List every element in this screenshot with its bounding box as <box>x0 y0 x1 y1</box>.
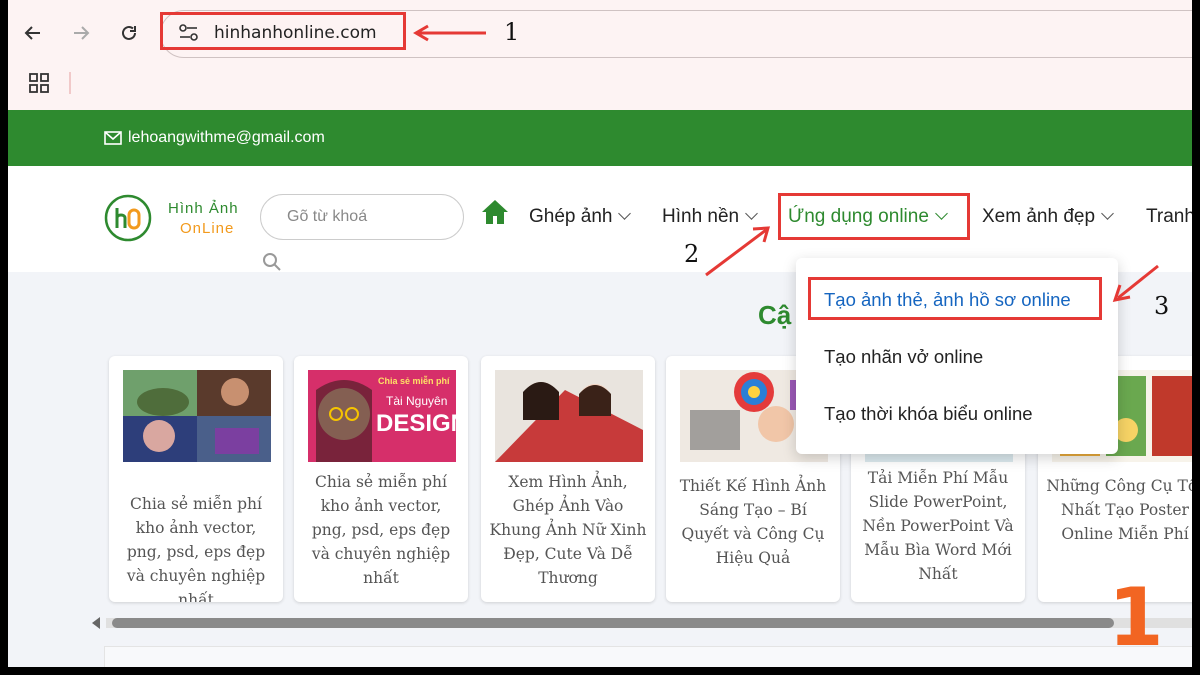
email-text: lehoangwithme@gmail.com <box>128 129 325 146</box>
card-thumbnail <box>123 370 271 462</box>
arrow-right-icon <box>74 26 90 40</box>
article-card[interactable]: Chia sẻ miễn phí Tài Nguyên DESIGN Chia … <box>294 356 468 602</box>
nav-label: Tranh <box>1146 206 1192 227</box>
brand-name: Hình Ảnh <box>168 200 239 217</box>
toolbar-divider <box>69 72 71 94</box>
search-icon[interactable] <box>262 252 282 272</box>
back-button[interactable] <box>20 20 46 46</box>
reload-button[interactable] <box>116 20 142 46</box>
card-title: Những Công Cụ Tốt Nhất Tạo Poster Online… <box>1046 477 1192 543</box>
chevron-down-icon <box>1101 207 1114 220</box>
search-input[interactable] <box>260 194 464 240</box>
card-title: Thiết Kế Hình Ảnh Sáng Tạo – Bí Quyết và… <box>679 477 827 567</box>
section-heading: Cậ <box>758 300 792 330</box>
highlight-box-url <box>160 12 406 50</box>
step-badge-large: 1 <box>1108 571 1164 664</box>
card-thumbnail <box>495 370 643 462</box>
site-header: Hình Ảnh OnLine Ghép ảnh Hình nền Ứng dụ… <box>8 166 1192 272</box>
site-logo[interactable] <box>104 194 152 242</box>
bottom-panel <box>104 646 1192 667</box>
card-title: Chia sẻ miễn phí kho ảnh vector, png, ps… <box>311 473 451 587</box>
forward-button[interactable] <box>68 20 94 46</box>
nav-tranh[interactable]: Tranh <box>1146 206 1192 228</box>
horizontal-scrollbar[interactable] <box>88 612 1192 632</box>
mail-icon <box>104 131 122 145</box>
article-card[interactable]: Chia sẻ miễn phí kho ảnh vector, png, ps… <box>109 356 283 602</box>
step-number-3: 3 <box>1154 292 1170 320</box>
contact-email[interactable]: lehoangwithme@gmail.com <box>104 129 325 147</box>
home-icon[interactable] <box>480 198 510 226</box>
card-title: Xem Hình Ảnh, Ghép Ảnh Vào Khung Ảnh Nữ … <box>489 473 647 587</box>
scrollbar-thumb[interactable] <box>112 618 1114 628</box>
step-number-2: 2 <box>684 240 700 268</box>
highlight-box-dropdown-item <box>808 277 1102 320</box>
chevron-down-icon <box>618 207 632 220</box>
card-thumbnail: Chia sẻ miễn phí Tài Nguyên DESIGN <box>308 370 456 462</box>
article-card[interactable]: Xem Hình Ảnh, Ghép Ảnh Vào Khung Ảnh Nữ … <box>481 356 655 602</box>
thumb-caption: Tài Nguyên <box>386 394 448 408</box>
top-contact-bar: lehoangwithme@gmail.com <box>8 110 1192 166</box>
chevron-down-icon <box>745 207 758 220</box>
arrow-left-icon <box>24 26 40 40</box>
thumb-caption: Chia sẻ miễn phí <box>378 376 450 386</box>
scroll-left-arrow-icon[interactable] <box>92 617 100 629</box>
card-title: Chia sẻ miễn phí kho ảnh vector, png, ps… <box>126 495 266 602</box>
nav-label: Ghép ảnh <box>529 206 613 227</box>
nav-label: Xem ảnh đẹp <box>982 206 1096 227</box>
nav-ghep-anh[interactable]: Ghép ảnh <box>529 206 632 228</box>
nav-label: Hình nền <box>662 206 740 227</box>
card-title: Tải Miễn Phí Mẫu Slide PowerPoint, Nền P… <box>862 469 1014 583</box>
screenshot-frame: hinhanhonline.com lehoangwithme@gmail.co… <box>8 0 1192 667</box>
brand-subname: OnLine <box>180 220 235 237</box>
nav-hinh-nen[interactable]: Hình nền <box>662 206 758 228</box>
step-number-1: 1 <box>504 18 520 46</box>
highlight-box-menu <box>778 193 970 240</box>
reload-icon <box>122 25 136 40</box>
thumb-caption: DESIGN <box>376 410 456 437</box>
dropdown-item-tao-thoi-khoa-bieu[interactable]: Tạo thời khóa biểu online <box>824 403 1033 425</box>
dropdown-item-tao-nhan-vo[interactable]: Tạo nhãn vở online <box>824 346 983 368</box>
nav-xem-anh-dep[interactable]: Xem ảnh đẹp <box>982 206 1114 228</box>
apps-grid-icon[interactable] <box>28 72 50 94</box>
